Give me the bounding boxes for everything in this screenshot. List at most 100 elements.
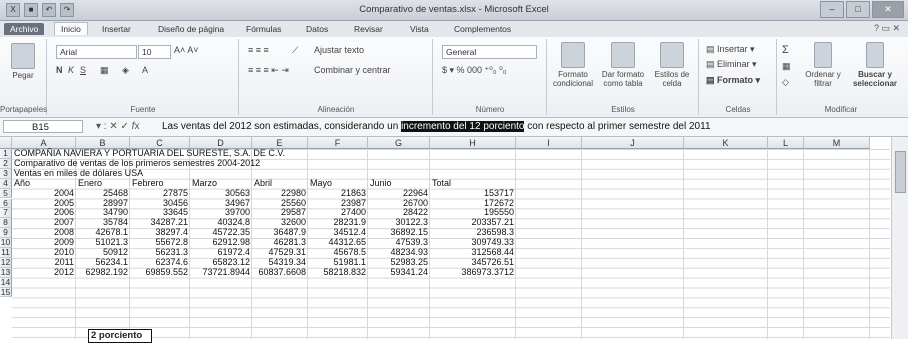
sum-icon[interactable]: Σ [782, 44, 789, 56]
bold-button[interactable]: N [56, 65, 63, 75]
font-size-combo[interactable]: 10 [138, 45, 171, 59]
clear-icon[interactable]: ◇ [782, 77, 789, 88]
editing-group: Σ ▦ ◇ Ordenar y filtrar Buscar y selecci… [778, 39, 904, 115]
cell[interactable]: 2012 [12, 267, 76, 278]
row-header-5[interactable]: 5 [0, 188, 12, 199]
sort-icon [814, 42, 832, 68]
cell[interactable]: 73721.8944 [190, 267, 252, 278]
column-header-k[interactable]: K [684, 137, 768, 149]
align-left-icon[interactable]: ≡ ≡ ≡ ⇤ ⇥ [248, 65, 289, 76]
name-box[interactable]: B15 [3, 120, 83, 133]
clipboard-group: Pegar Portapapeles [0, 39, 47, 115]
column-divider [767, 149, 768, 339]
clipboard-icon [11, 43, 35, 69]
column-divider [683, 149, 684, 339]
column-header-i[interactable]: I [516, 137, 582, 149]
currency-icon[interactable]: $ ▾ % 000 ⁺⁰₀ ⁰₀ [442, 65, 506, 76]
cell-styles-button[interactable]: Estilos de celda [650, 42, 694, 88]
italic-button[interactable]: K [68, 65, 74, 75]
format-table-icon [611, 42, 635, 68]
cell[interactable]: 22980 [252, 188, 308, 199]
orientation-icon[interactable]: ⟋ [292, 45, 298, 56]
help-icon[interactable]: ? ▭ ✕ [874, 23, 900, 34]
editing-group-label: Modificar [824, 105, 858, 114]
column-divider [803, 149, 804, 339]
cell[interactable]: 59341.24 [368, 267, 430, 278]
tab-diseno-pagina[interactable]: Diseño de página [152, 23, 230, 35]
cell[interactable]: 22964 [368, 188, 430, 199]
column-header-h[interactable]: H [430, 137, 516, 149]
conditional-format-button[interactable]: Formato condicional [550, 42, 596, 88]
column-header-g[interactable]: G [368, 137, 430, 149]
number-group: General $ ▾ % 000 ⁺⁰₀ ⁰₀ Número [434, 39, 547, 115]
paste-label: Pegar [12, 71, 34, 80]
cell[interactable]: 69859.552 [130, 267, 190, 278]
formula-text-before: Las ventas del 2012 son estimadas, consi… [162, 121, 402, 132]
cell[interactable]: 153717 [430, 188, 516, 199]
window-controls: – □ ✕ [820, 1, 904, 18]
number-format-combo[interactable]: General [442, 45, 537, 59]
cell[interactable]: 386973.3712 [430, 267, 516, 278]
minimize-button[interactable]: – [820, 1, 844, 18]
insert-button[interactable]: ▤ Insertar ▾ [706, 44, 755, 55]
column-header-j[interactable]: J [582, 137, 684, 149]
cells-group: ▤ Insertar ▾ ▤ Eliminar ▾ ▤ Formato ▾ Ce… [700, 39, 777, 115]
formula-input[interactable]: Las ventas del 2012 son estimadas, consi… [162, 121, 711, 132]
cell[interactable]: 25468 [76, 188, 130, 199]
formula-bar: B15 ▾ : ✕ ✓ fx Las ventas del 2012 son e… [0, 118, 908, 137]
window-title: Comparativo de ventas.xlsx - Microsoft E… [359, 4, 549, 15]
fill-color-icon[interactable]: ◈ [122, 65, 129, 76]
cell[interactable]: 30563 [190, 188, 252, 199]
format-button[interactable]: ▤ Formato ▾ [706, 75, 760, 86]
cell[interactable]: 21863 [308, 188, 368, 199]
find-select-label: Buscar y seleccionar [852, 70, 898, 88]
vertical-scrollbar[interactable] [891, 137, 908, 339]
format-table-label: Dar formato como tabla [601, 70, 645, 88]
cell[interactable]: 27875 [130, 188, 190, 199]
tab-vista[interactable]: Vista [404, 23, 435, 35]
maximize-button[interactable]: □ [846, 1, 870, 18]
cell[interactable]: 60837.6608 [252, 267, 308, 278]
cell[interactable]: 2004 [12, 188, 76, 199]
tab-complementos[interactable]: Complementos [448, 23, 517, 35]
close-button[interactable]: ✕ [872, 1, 904, 18]
format-table-button[interactable]: Dar formato como tabla [598, 42, 648, 88]
tab-formulas[interactable]: Fórmulas [240, 23, 287, 35]
tab-datos[interactable]: Datos [300, 23, 334, 35]
formula-text-after: con respecto al primer semestre del 2011 [524, 121, 711, 132]
ribbon: Pegar Portapapeles Arial 10 A˄ A˅ N K S … [0, 37, 908, 118]
font-color-icon[interactable]: A [142, 65, 148, 75]
font-name-combo[interactable]: Arial [56, 45, 137, 59]
tab-archivo[interactable]: Archivo [4, 23, 45, 35]
cell-styles-label: Estilos de celda [654, 70, 690, 88]
column-header-f[interactable]: F [308, 137, 368, 149]
fill-icon[interactable]: ▦ [782, 61, 791, 72]
delete-button[interactable]: ▤ Eliminar ▾ [706, 59, 757, 70]
cell[interactable]: 62982.192 [76, 267, 130, 278]
row-header-15[interactable]: 15 [0, 287, 12, 298]
binoculars-icon [866, 42, 884, 68]
delete-label: Eliminar [717, 59, 750, 69]
font-group-label: Fuente [130, 105, 156, 114]
tab-insertar[interactable]: Insertar [96, 23, 137, 35]
number-group-label: Número [475, 105, 505, 114]
clipboard-group-label: Portapapeles [0, 105, 48, 114]
borders-icon[interactable]: ▦ [100, 65, 109, 76]
sort-filter-button[interactable]: Ordenar y filtrar [800, 42, 846, 88]
column-header-m[interactable]: M [804, 137, 870, 149]
column-header-l[interactable]: L [768, 137, 804, 149]
ribbon-tabs: Archivo Inicio Insertar Diseño de página… [0, 21, 908, 38]
tab-revisar[interactable]: Revisar [348, 23, 389, 35]
formula-bar-buttons[interactable]: ▾ : ✕ ✓ fx [96, 121, 139, 132]
grow-font-icon[interactable]: A˄ A˅ [174, 45, 199, 55]
font-group: Arial 10 A˄ A˅ N K S ▦ ◈ A Fuente [48, 39, 239, 115]
find-select-button[interactable]: Buscar y seleccionar [850, 42, 900, 88]
paste-button[interactable]: Pegar [4, 43, 42, 80]
merge-center-button[interactable]: Combinar y centrar [314, 65, 391, 75]
cell[interactable]: 58218.832 [308, 267, 368, 278]
scrollbar-thumb[interactable] [895, 151, 906, 193]
align-top-icon[interactable]: ≡ ≡ ≡ [248, 45, 269, 55]
underline-button[interactable]: S [80, 65, 86, 75]
wrap-text-button[interactable]: Ajustar texto [314, 45, 364, 55]
tab-inicio[interactable]: Inicio [54, 22, 88, 35]
